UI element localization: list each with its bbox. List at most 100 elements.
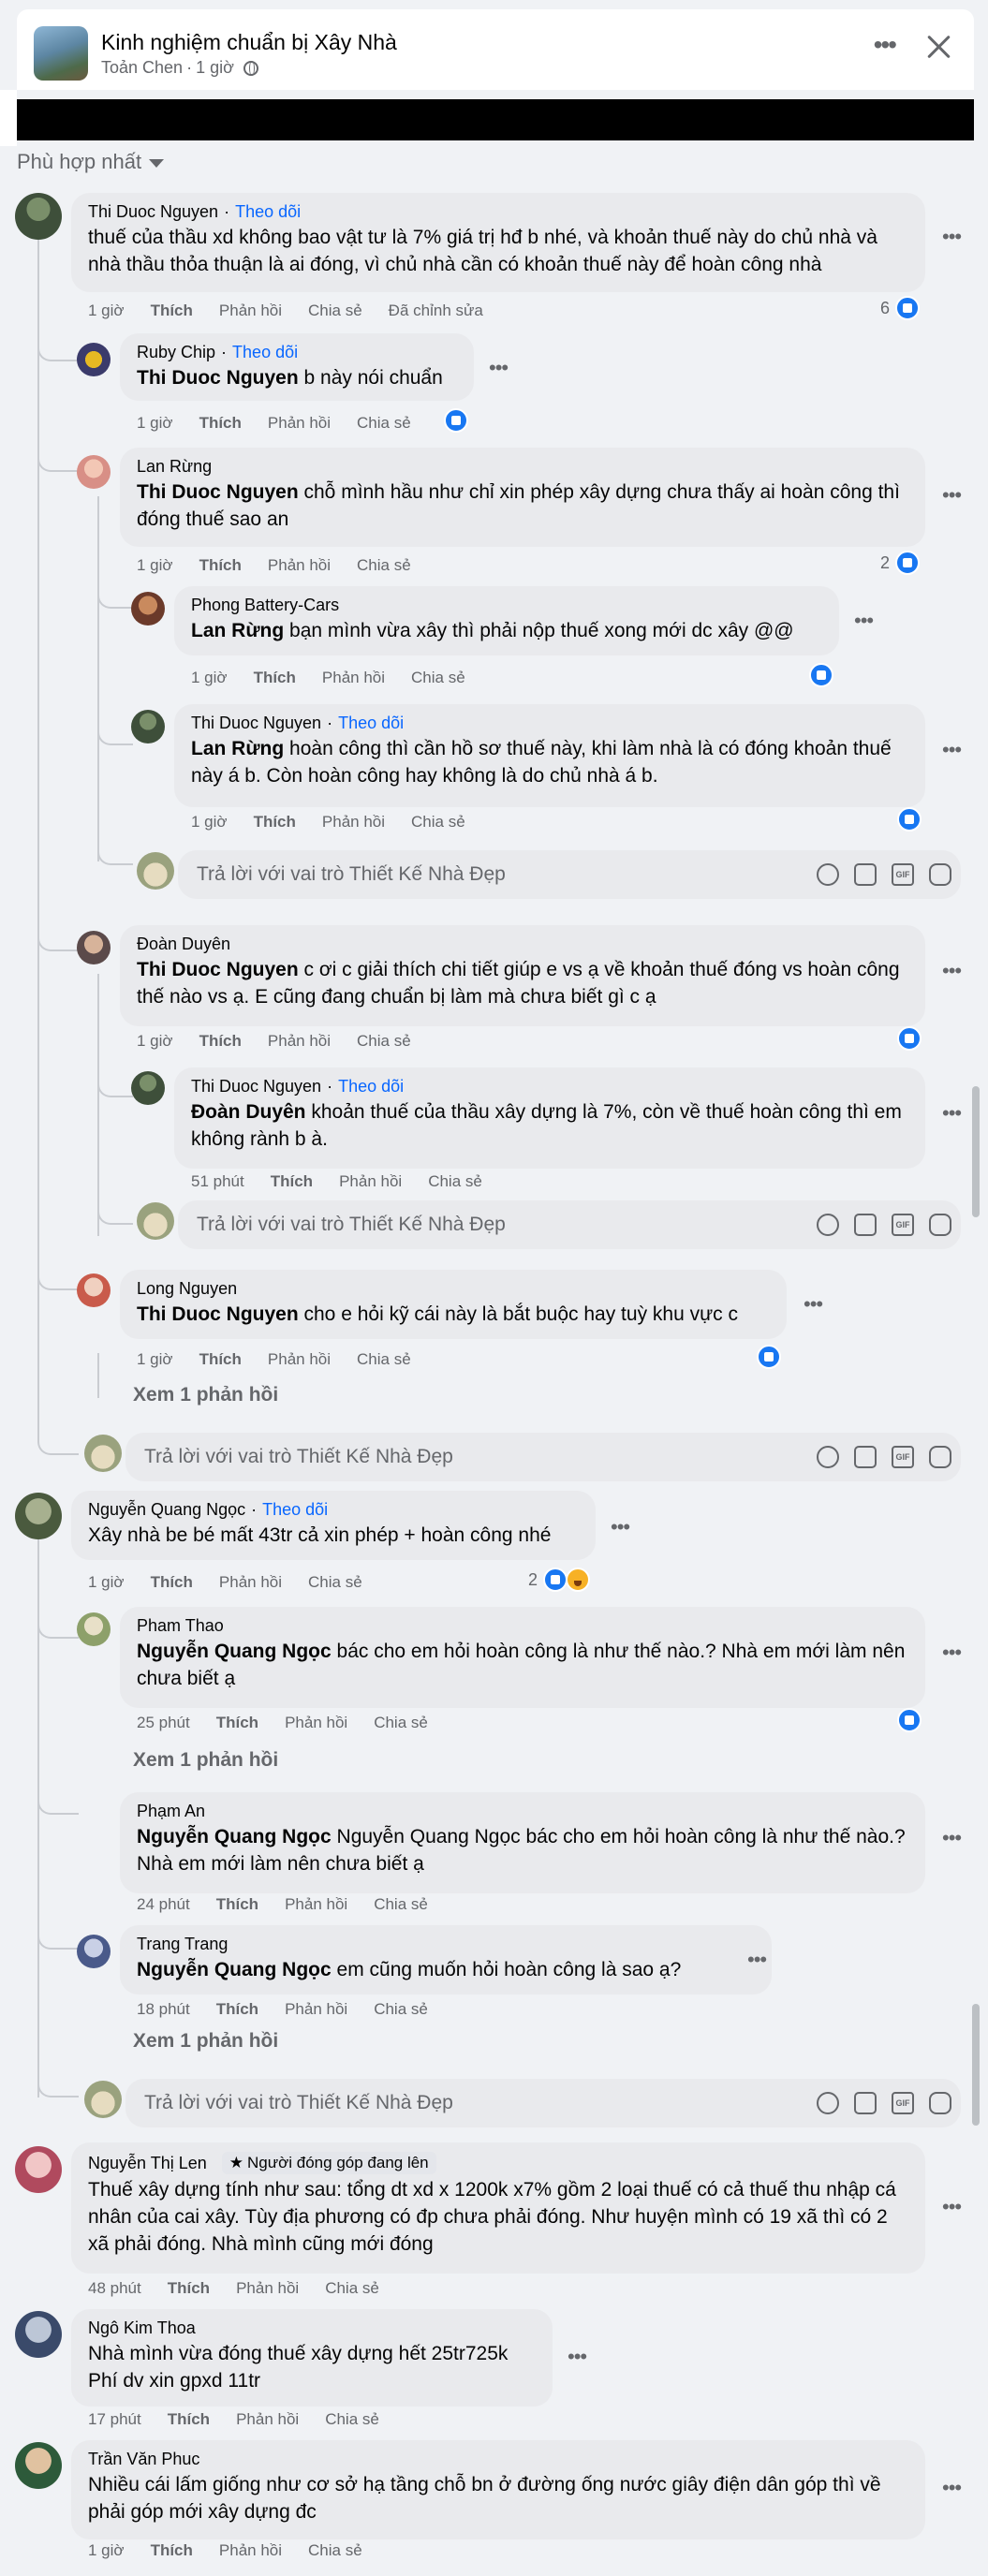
share-button[interactable]: Chia sẻ (357, 1350, 411, 1369)
gif-icon[interactable]: GIF (892, 863, 914, 886)
reaction-count[interactable] (897, 1026, 922, 1051)
comment-time[interactable]: 1 giờ (191, 669, 228, 687)
reply-input[interactable]: Trả lời với vai trò Thiết Kế Nhà Đẹp GIF (178, 1200, 961, 1249)
share-button[interactable]: Chia sẻ (357, 1032, 411, 1051)
reply-button[interactable]: Phản hồi (285, 2000, 347, 2019)
comment-time[interactable]: 17 phút (88, 2410, 141, 2429)
reaction-count[interactable] (444, 408, 468, 433)
view-replies-link[interactable]: Xem 1 phản hồi (133, 2030, 278, 2053)
reply-button[interactable]: Phản hồi (219, 1573, 282, 1592)
reaction-count[interactable]: 6 (880, 296, 921, 320)
share-button[interactable]: Chia sẻ (428, 1172, 482, 1191)
comment-author[interactable]: Ngô Kim Thoa (88, 2318, 196, 2338)
mention-link[interactable]: Thi Duoc Nguyen (137, 959, 299, 980)
mention-link[interactable]: Thi Duoc Nguyen (137, 1303, 299, 1325)
reaction-count[interactable]: 2 (528, 1568, 591, 1592)
share-button[interactable]: Chia sẻ (308, 302, 362, 320)
more-options-icon[interactable]: ••• (874, 32, 897, 58)
camera-icon[interactable] (854, 2092, 877, 2114)
comment-more-icon[interactable]: ••• (942, 1641, 962, 1665)
avatar[interactable] (77, 931, 111, 964)
reaction-count[interactable] (757, 1345, 781, 1369)
comment-time[interactable]: 1 giờ (137, 556, 173, 575)
avatar[interactable] (77, 1273, 111, 1307)
comment-more-icon[interactable]: ••• (942, 2476, 962, 2500)
comment-author[interactable]: Đoàn Duyên (137, 935, 230, 954)
share-button[interactable]: Chia sẻ (325, 2279, 379, 2298)
comment-more-icon[interactable]: ••• (747, 1948, 767, 1972)
comment-time[interactable]: 48 phút (88, 2279, 141, 2298)
share-button[interactable]: Chia sẻ (374, 1895, 428, 1914)
comment-time[interactable]: 1 giờ (88, 2541, 125, 2560)
share-button[interactable]: Chia sẻ (357, 414, 411, 433)
reaction-count[interactable] (897, 1708, 922, 1732)
comment-time[interactable]: 1 giờ (137, 1032, 173, 1051)
like-button[interactable]: Thích (216, 1895, 258, 1914)
reply-button[interactable]: Phản hồi (285, 1895, 347, 1914)
comment-time[interactable]: 1 giờ (137, 414, 173, 433)
mention-link[interactable]: Nguyễn Quang Ngọc (137, 1959, 332, 1980)
share-button[interactable]: Chia sẻ (374, 1714, 428, 1732)
camera-icon[interactable] (854, 1214, 877, 1236)
share-button[interactable]: Chia sẻ (411, 813, 465, 832)
comment-author[interactable]: Thi Duoc Nguyen (191, 1077, 321, 1097)
share-button[interactable]: Chia sẻ (411, 669, 465, 687)
post-author[interactable]: Toản Chen (101, 58, 183, 78)
share-button[interactable]: Chia sẻ (374, 2000, 428, 2019)
comment-author[interactable]: Phạm An (137, 1802, 205, 1821)
share-button[interactable]: Chia sẻ (325, 2410, 379, 2429)
reply-button[interactable]: Phản hồi (339, 1172, 402, 1191)
reply-button[interactable]: Phản hồi (236, 2410, 299, 2429)
sort-dropdown[interactable]: Phù hợp nhất (17, 150, 165, 174)
mention-link[interactable]: Đoàn Duyên (191, 1101, 306, 1123)
comment-time[interactable]: 25 phút (137, 1714, 190, 1732)
like-button[interactable]: Thích (254, 669, 296, 687)
like-button[interactable]: Thích (199, 1032, 242, 1051)
share-button[interactable]: Chia sẻ (357, 556, 411, 575)
like-button[interactable]: Thích (199, 556, 242, 575)
reaction-count[interactable] (897, 807, 922, 832)
avatar[interactable] (77, 1935, 111, 1968)
page-avatar[interactable] (34, 26, 88, 81)
comment-time[interactable]: 51 phút (191, 1172, 244, 1191)
comment-more-icon[interactable]: ••• (942, 738, 962, 762)
like-button[interactable]: Thích (151, 302, 193, 320)
reply-button[interactable]: Phản hồi (268, 556, 331, 575)
like-button[interactable]: Thích (216, 2000, 258, 2019)
comment-more-icon[interactable]: ••• (942, 225, 962, 249)
avatar[interactable] (77, 343, 111, 376)
view-replies-link[interactable]: Xem 1 phản hồi (133, 1384, 278, 1406)
camera-icon[interactable] (854, 863, 877, 886)
avatar[interactable] (15, 2311, 62, 2358)
like-button[interactable]: Thích (199, 414, 242, 433)
comment-author[interactable]: Nguyễn Quang Ngọc (88, 1500, 245, 1520)
reaction-count[interactable]: 2 (880, 551, 921, 575)
follow-link[interactable]: Theo dõi (262, 1500, 328, 1520)
comment-author[interactable]: Phong Battery-Cars (191, 596, 339, 615)
comment-more-icon[interactable]: ••• (942, 2195, 962, 2219)
follow-link[interactable]: Theo dõi (338, 1077, 404, 1097)
reply-input[interactable]: Trả lời với vai trò Thiết Kế Nhà Đẹp GIF (178, 850, 961, 899)
camera-icon[interactable] (854, 1446, 877, 1468)
reply-button[interactable]: Phản hồi (268, 1032, 331, 1051)
sticker-icon[interactable] (929, 1214, 951, 1236)
like-button[interactable]: Thích (254, 813, 296, 832)
follow-link[interactable]: Theo dõi (232, 343, 298, 362)
comment-time[interactable]: 18 phút (137, 2000, 190, 2019)
reply-button[interactable]: Phản hồi (268, 414, 331, 433)
follow-link[interactable]: Theo dõi (338, 714, 404, 733)
avatar[interactable] (15, 193, 62, 240)
reply-input[interactable]: Trả lời với vai trò Thiết Kế Nhà Đẹp GIF (125, 2079, 961, 2127)
comment-more-icon[interactable]: ••• (804, 1292, 823, 1317)
share-button[interactable]: Chia sẻ (308, 2541, 362, 2560)
comment-author[interactable]: Trang Trang (137, 1935, 228, 1954)
mention-link[interactable]: Nguyễn Quang Ngọc (137, 1826, 332, 1847)
comment-more-icon[interactable]: ••• (489, 356, 509, 380)
comment-more-icon[interactable]: ••• (854, 609, 874, 633)
comment-time[interactable]: 1 giờ (88, 1573, 125, 1592)
reply-button[interactable]: Phản hồi (322, 813, 385, 832)
avatar[interactable] (77, 455, 111, 489)
reply-input[interactable]: Trả lời với vai trò Thiết Kế Nhà Đẹp GIF (125, 1433, 961, 1481)
mention-link[interactable]: Thi Duoc Nguyen (137, 367, 299, 389)
reply-button[interactable]: Phản hồi (236, 2279, 299, 2298)
